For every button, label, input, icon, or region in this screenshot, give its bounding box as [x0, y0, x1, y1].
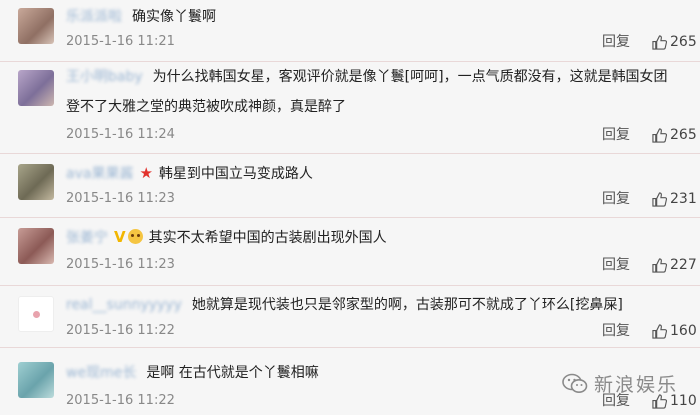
like-count: 160 — [670, 323, 697, 339]
like-button[interactable]: 160 — [652, 322, 697, 340]
avatar[interactable] — [18, 70, 54, 106]
username[interactable]: ava果果酱 — [66, 166, 133, 182]
reply-button[interactable]: 回复 — [602, 126, 630, 144]
comment-text: 她就算是现代装也只是邻家型的啊，古装那可不就成了丫环么[挖鼻屎] — [191, 297, 623, 313]
comment-item: 乐派派啦 确实像丫鬟啊 2015-1-16 11:21 回复 265 — [0, 0, 700, 62]
comment-item: 王小明baby 为什么找韩国女星，客观评价就是像丫鬟[呵呵]，一点气质都没有，这就… — [0, 62, 700, 154]
vip-star-icon: ★ — [139, 164, 153, 182]
username[interactable]: we现me长 — [66, 365, 136, 381]
comment-text: 韩星到中国立马变成路人 — [158, 166, 313, 182]
avatar[interactable] — [18, 8, 54, 44]
timestamp: 2015-1-16 11:22 — [66, 323, 175, 338]
comment-text: 为什么找韩国女星，客观评价就是像丫鬟[呵呵]，一点气质都没有，这就是韩国女团 — [152, 69, 668, 85]
thumbs-up-icon — [652, 34, 667, 50]
reply-button[interactable]: 回复 — [602, 33, 630, 51]
comment-item: ava果果酱 ★ 韩星到中国立马变成路人 2015-1-16 11:23 回复 23… — [0, 154, 700, 218]
verified-v-icon: V — [114, 228, 126, 246]
like-count: 227 — [670, 257, 697, 273]
like-button[interactable]: 227 — [652, 256, 697, 274]
emoji-face-icon — [127, 229, 143, 244]
timestamp: 2015-1-16 11:24 — [66, 127, 175, 142]
avatar[interactable] — [18, 362, 54, 398]
reply-button[interactable]: 回复 — [602, 322, 630, 340]
reply-button[interactable]: 回复 — [602, 190, 630, 208]
like-button[interactable]: 231 — [652, 190, 697, 208]
comment-text: 是啊 在古代就是个丫鬟相嘛 — [146, 365, 319, 381]
like-button[interactable]: 265 — [652, 33, 697, 51]
comment-item: real__sunnyyyyy 她就算是现代装也只是邻家型的啊，古装那可不就成了丫… — [0, 286, 700, 348]
thumbs-up-icon — [652, 191, 667, 207]
username[interactable]: 王小明baby — [66, 69, 143, 85]
avatar[interactable] — [18, 228, 54, 264]
avatar[interactable] — [18, 164, 54, 200]
avatar-placeholder-icon — [33, 311, 40, 318]
reply-button[interactable]: 回复 — [602, 256, 630, 274]
timestamp: 2015-1-16 11:23 — [66, 257, 175, 272]
like-count: 265 — [670, 34, 697, 50]
watermark-text: 新浪娱乐 — [593, 374, 678, 396]
like-button[interactable]: 265 — [652, 126, 697, 144]
comment-item: 张姜宁 V 其实不太希望中国的古装剧出现外国人 2015-1-16 11:23 回复… — [0, 218, 700, 286]
avatar[interactable] — [18, 296, 54, 332]
timestamp: 2015-1-16 11:21 — [66, 34, 175, 49]
timestamp: 2015-1-16 11:23 — [66, 191, 175, 206]
thumbs-up-icon — [652, 323, 667, 339]
thumbs-up-icon — [652, 127, 667, 143]
username[interactable]: 张姜宁 — [66, 230, 108, 246]
comment-text-continued: 登不了大雅之堂的典范被吹成神颜，真是醉了 — [66, 99, 346, 115]
timestamp: 2015-1-16 11:22 — [66, 393, 175, 408]
thumbs-up-icon — [652, 257, 667, 273]
sina-ent-watermark: 新浪娱乐 — [562, 370, 678, 397]
like-count: 265 — [670, 127, 697, 143]
username[interactable]: real__sunnyyyyy — [66, 297, 182, 313]
wechat-icon — [562, 373, 588, 393]
like-count: 231 — [670, 191, 697, 207]
username[interactable]: 乐派派啦 — [66, 9, 122, 25]
comment-text: 其实不太希望中国的古装剧出现外国人 — [148, 230, 387, 246]
comment-text: 确实像丫鬟啊 — [132, 9, 216, 25]
